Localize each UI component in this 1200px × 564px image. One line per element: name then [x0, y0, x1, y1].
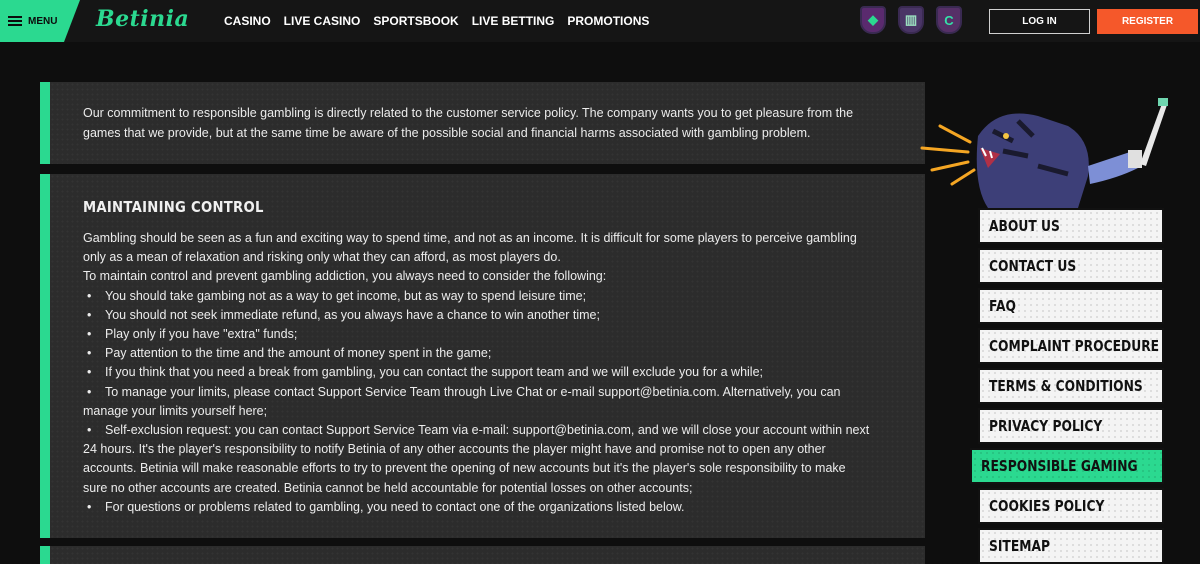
side-item-complaint-procedure[interactable]: COMPLAINT PROCEDURE	[978, 328, 1164, 364]
list-item: Play only if you have "extra" funds;	[83, 325, 873, 344]
c-badge-icon[interactable]: C	[936, 6, 962, 34]
next-panel	[40, 546, 925, 564]
list-item: You should not seek immediate refund, as…	[83, 306, 873, 325]
menu-button[interactable]: MENU	[0, 0, 80, 42]
list-item: For questions or problems related to gam…	[83, 498, 873, 517]
section-title: MAINTAINING CONTROL	[83, 198, 264, 216]
section-body: Gambling should be seen as a fun and exc…	[83, 229, 873, 517]
list-item: To manage your limits, please contact Su…	[83, 383, 873, 421]
side-item-terms-conditions[interactable]: TERMS & CONDITIONS	[978, 368, 1164, 404]
side-item-label: FAQ	[989, 297, 1016, 315]
side-item-label: CONTACT US	[989, 257, 1077, 275]
login-button[interactable]: LOG IN	[989, 9, 1090, 34]
top-header: MENU Betinia CASINO LIVE CASINO SPORTSBO…	[0, 0, 1200, 42]
list-item: Pay attention to the time and the amount…	[83, 344, 873, 363]
hamburger-icon	[8, 16, 22, 26]
club-badges: ◆ ▥ C	[860, 6, 962, 34]
side-menu: ABOUT US CONTACT US FAQ COMPLAINT PROCED…	[970, 208, 1164, 564]
side-item-label: RESPONSIBLE GAMING	[981, 457, 1138, 475]
register-button[interactable]: REGISTER	[1097, 9, 1198, 34]
side-item-label: COOKIES POLICY	[989, 497, 1105, 515]
intro-panel: Our commitment to responsible gambling i…	[40, 82, 925, 164]
side-item-faq[interactable]: FAQ	[978, 288, 1164, 324]
side-item-privacy-policy[interactable]: PRIVACY POLICY	[978, 408, 1164, 444]
stripes-badge-icon[interactable]: ▥	[898, 6, 924, 34]
betinia-logo[interactable]: Betinia	[96, 6, 189, 32]
side-item-about-us[interactable]: ABOUT US	[978, 208, 1164, 244]
list-item: Self-exclusion request: you can contact …	[83, 421, 873, 498]
nav-promotions[interactable]: PROMOTIONS	[567, 14, 649, 28]
side-item-label: TERMS & CONDITIONS	[989, 377, 1143, 395]
nav-casino[interactable]: CASINO	[224, 14, 271, 28]
paragraph: To maintain control and prevent gambling…	[83, 269, 607, 284]
side-item-contact-us[interactable]: CONTACT US	[978, 248, 1164, 284]
side-item-sitemap[interactable]: SITEMAP	[978, 528, 1164, 564]
side-item-label: SITEMAP	[989, 537, 1051, 555]
nav-sportsbook[interactable]: SPORTSBOOK	[373, 14, 458, 28]
paragraph: Gambling should be seen as a fun and exc…	[83, 231, 857, 265]
nav-live-betting[interactable]: LIVE BETTING	[472, 14, 555, 28]
diamond-badge-icon[interactable]: ◆	[860, 6, 886, 34]
side-item-responsible-gaming[interactable]: RESPONSIBLE GAMING	[970, 448, 1164, 484]
nav-live-casino[interactable]: LIVE CASINO	[284, 14, 361, 28]
side-item-label: ABOUT US	[989, 217, 1060, 235]
maintaining-control-panel: MAINTAINING CONTROL Gambling should be s…	[40, 174, 925, 538]
side-item-cookies-policy[interactable]: COOKIES POLICY	[978, 488, 1164, 524]
menu-label: MENU	[28, 15, 58, 27]
list-item: If you think that you need a break from …	[83, 363, 873, 382]
main-nav: CASINO LIVE CASINO SPORTSBOOK LIVE BETTI…	[224, 14, 662, 28]
list-item: You should take gambing not as a way to …	[83, 287, 873, 306]
tiger-mascot-icon	[920, 98, 1168, 208]
side-item-label: COMPLAINT PROCEDURE	[989, 337, 1160, 355]
side-item-label: PRIVACY POLICY	[989, 417, 1103, 435]
intro-text: Our commitment to responsible gambling i…	[83, 106, 854, 140]
